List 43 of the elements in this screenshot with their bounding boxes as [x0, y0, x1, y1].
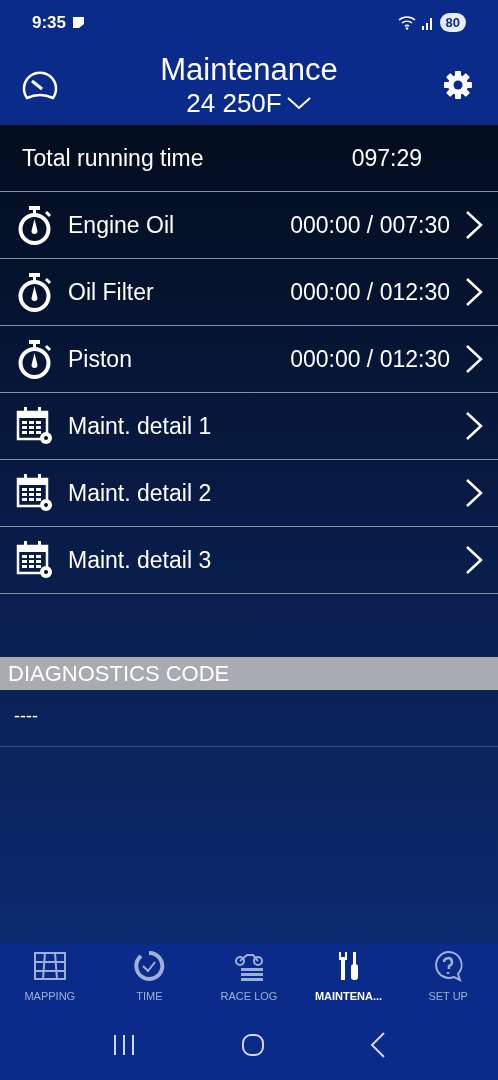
wifi-icon	[397, 15, 416, 30]
maintenance-item[interactable]: Maint. detail 1	[0, 393, 498, 460]
battery-level: 80	[439, 13, 466, 32]
nav-tab[interactable]: MAINTENA...	[298, 944, 399, 1020]
notification-icon	[72, 16, 86, 29]
chevron-right-icon	[464, 411, 484, 441]
chevron-right-icon	[464, 277, 484, 307]
chevron-right-icon	[464, 210, 484, 240]
maintenance-item[interactable]: Maint. detail 2	[0, 460, 498, 527]
settings-button[interactable]	[443, 70, 473, 100]
total-label: Total running time	[22, 144, 204, 172]
total-value: 097:29	[351, 144, 422, 172]
help-bubble-icon	[432, 950, 465, 982]
speedometer-button[interactable]	[21, 68, 59, 102]
chevron-right-icon	[464, 478, 484, 508]
page-title: Maintenance	[160, 51, 338, 88]
chevron-right-icon	[464, 344, 484, 374]
maintenance-item[interactable]: Engine Oil 000:00 / 007:30	[0, 192, 498, 259]
calendar-gear-icon	[16, 406, 54, 446]
maintenance-item[interactable]: Maint. detail 3	[0, 527, 498, 594]
maintenance-item[interactable]: Oil Filter 000:00 / 012:30	[0, 259, 498, 326]
diagnostics-code: ----	[0, 690, 498, 747]
stopwatch-icon	[16, 272, 54, 312]
chevron-right-icon	[464, 545, 484, 575]
nav-tab[interactable]: RACE LOG	[199, 944, 299, 1020]
model-dropdown[interactable]: 24 250F	[186, 87, 312, 119]
recent-apps-button[interactable]	[112, 1034, 137, 1056]
calendar-gear-icon	[16, 473, 54, 513]
diagnostics-header: DIAGNOSTICS CODE	[0, 657, 498, 690]
caret-icon	[285, 95, 312, 111]
map-icon	[32, 950, 67, 982]
nav-tab[interactable]: MAPPING	[0, 944, 100, 1020]
stopwatch-icon	[16, 339, 54, 379]
signal-icon	[421, 15, 434, 30]
maintenance-item[interactable]: Piston 000:00 / 012:30	[0, 326, 498, 393]
back-button[interactable]	[369, 1032, 386, 1058]
nav-tab[interactable]: SET UP	[398, 944, 498, 1020]
status-time: 9:35	[32, 12, 67, 33]
nav-tab[interactable]: TIME	[99, 944, 200, 1020]
stopwatch-icon	[16, 205, 54, 245]
calendar-gear-icon	[16, 540, 54, 580]
clock-icon	[133, 950, 166, 982]
home-button[interactable]	[241, 1033, 265, 1057]
